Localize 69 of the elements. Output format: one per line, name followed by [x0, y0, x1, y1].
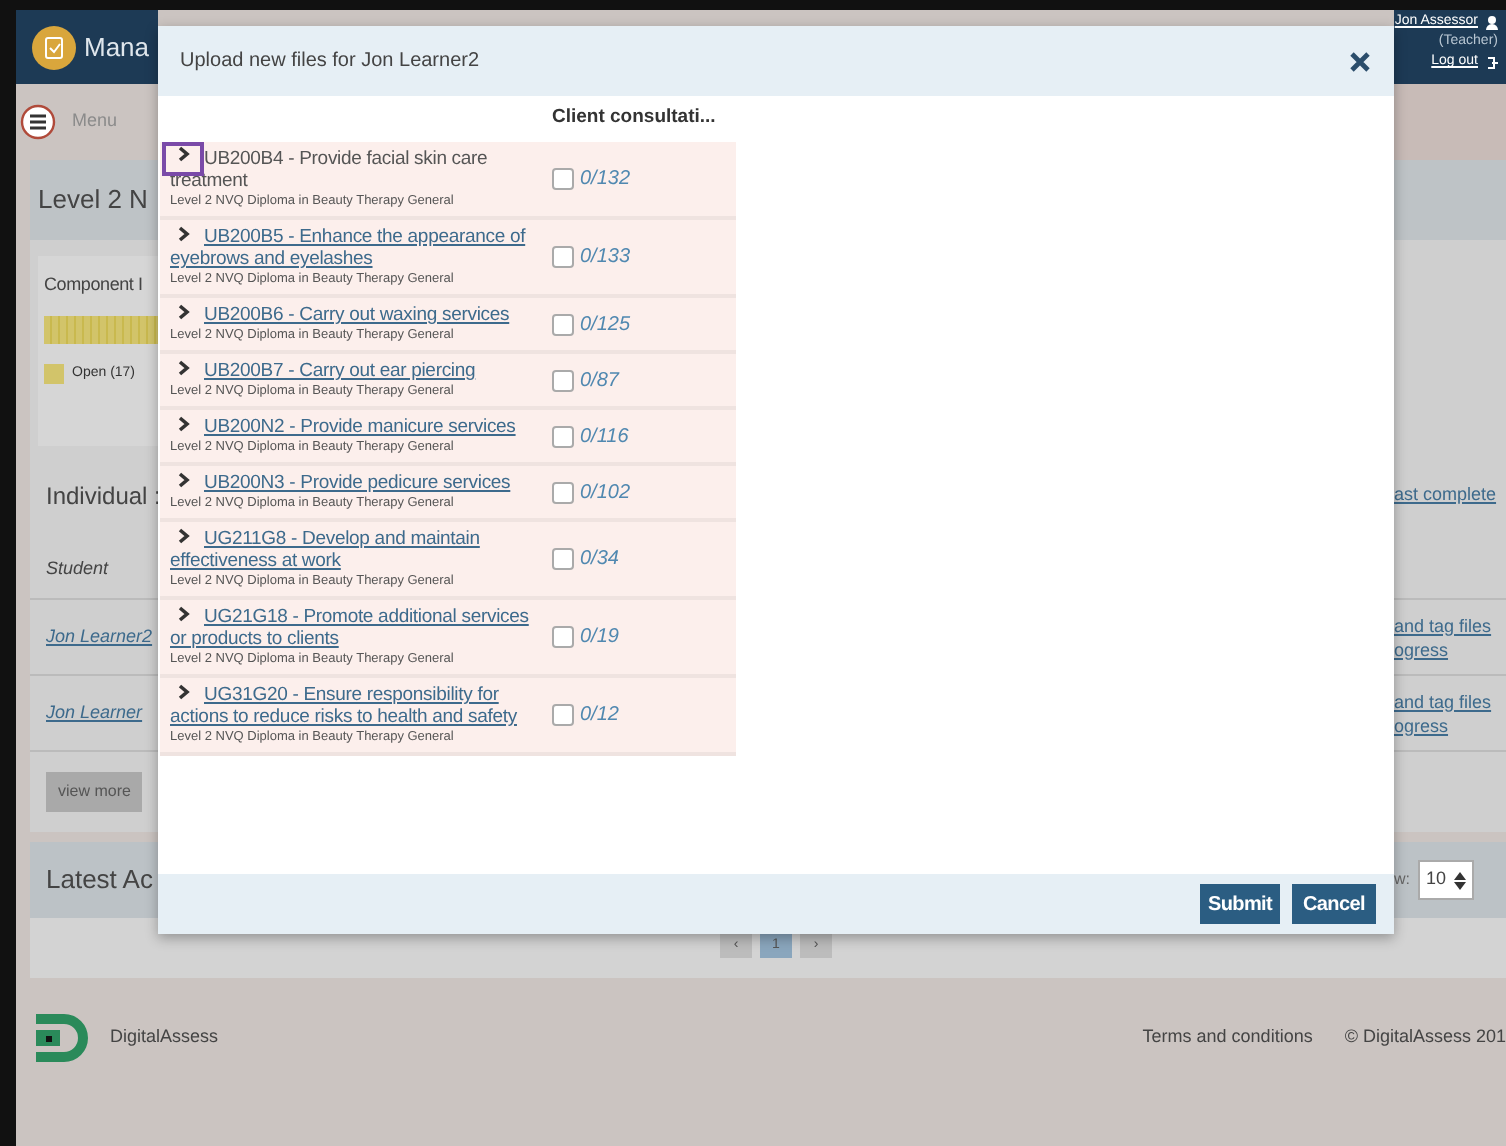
copyright-text: © DigitalAssess 201 [1344, 1024, 1506, 1051]
submit-button[interactable]: Submit [1200, 884, 1280, 924]
chevron-icon [177, 528, 189, 545]
chevron-icon [177, 146, 189, 163]
component-label: Component I [44, 272, 145, 298]
brand-name: Mana [84, 29, 150, 66]
close-button[interactable] [1350, 51, 1370, 71]
close-icon [1350, 51, 1370, 71]
chevron-icon [177, 226, 189, 243]
file-count: 0/125 [580, 311, 631, 339]
chevron-icon [177, 472, 189, 489]
learner-link[interactable]: Jon Learner [46, 699, 143, 727]
unit-link[interactable]: UG31G20 - Ensure responsibility for actions to reduce risks to health and safety [170, 684, 536, 728]
column-header: Client consultati... [552, 104, 716, 133]
chevron-icon [177, 360, 189, 377]
view-more-button[interactable]: view more [46, 772, 143, 812]
learner-link[interactable]: Jon Learner2 [46, 623, 153, 651]
action-link[interactable]: and tag files [1394, 689, 1506, 713]
checkbox[interactable] [552, 481, 574, 503]
checkbox[interactable] [552, 246, 574, 268]
checkbox[interactable] [552, 425, 574, 447]
chevron-icon [177, 304, 189, 321]
file-count: 0/87 [580, 367, 619, 395]
chevron-icon [177, 684, 189, 701]
action-link[interactable]: ogress [1394, 637, 1506, 661]
file-count: 0/132 [580, 166, 631, 194]
terms-link[interactable]: Terms and conditions [1142, 1024, 1313, 1052]
legend-swatch [44, 363, 64, 384]
cancel-button[interactable]: Cancel [1292, 884, 1376, 924]
file-count: 0/116 [580, 423, 629, 451]
header-band [1394, 84, 1506, 160]
modal-title: Upload new files for Jon Learner2 [180, 48, 480, 76]
checkbox[interactable] [552, 548, 574, 570]
section-title: Latest Ac [46, 862, 153, 899]
checkbox[interactable] [552, 704, 574, 726]
card-header-background [1394, 160, 1506, 240]
unit-link[interactable]: UB200B7 - Carry out ear piercing [170, 360, 536, 382]
chevron-icon [177, 416, 189, 433]
file-count: 0/34 [580, 546, 619, 574]
page-size-select[interactable]: 10 [1418, 860, 1475, 900]
unit-link[interactable]: UG211G8 - Develop and maintain effectiveness at work [170, 528, 536, 572]
checkbox[interactable] [552, 369, 574, 391]
file-count: 0/133 [580, 244, 631, 272]
footer-brand: DigitalAssess [110, 1024, 219, 1051]
file-count: 0/12 [580, 702, 619, 730]
action-link[interactable]: and tag files [1394, 613, 1506, 637]
section-title: Individual : [46, 479, 158, 513]
unit-link[interactable]: UG21G18 - Promote additional services or products to clients [170, 606, 536, 650]
unit-link[interactable]: UB200N3 - Provide pedicure services [170, 472, 536, 494]
unit-link[interactable]: UB200N2 - Provide manicure services [170, 416, 536, 438]
menu-icon [20, 104, 56, 140]
unit-link[interactable]: UB200B5 - Enhance the appearance of eyebrows and eyelashes [170, 226, 536, 270]
last-complete-link[interactable]: ast complete [1394, 481, 1497, 509]
checkbox[interactable] [552, 313, 574, 335]
action-link[interactable]: ogress [1394, 713, 1506, 737]
logout-icon [1486, 55, 1498, 69]
column-header: Student [46, 555, 109, 582]
file-count: 0/19 [580, 624, 619, 652]
spinner-icon [1454, 871, 1467, 889]
unit-link[interactable]: UB200B4 - Provide facial skin care treatment [170, 148, 536, 192]
chevron-icon [177, 606, 189, 623]
unit-link[interactable]: UB200B6 - Carry out waxing services [170, 304, 536, 326]
page-title: Level 2 N [38, 182, 148, 219]
checkbox[interactable] [552, 168, 574, 190]
show-label: w: [1394, 868, 1410, 892]
file-count: 0/102 [580, 479, 631, 507]
person-icon [1486, 15, 1498, 29]
clipboard-logo-icon [32, 25, 76, 69]
checkbox[interactable] [552, 626, 574, 648]
